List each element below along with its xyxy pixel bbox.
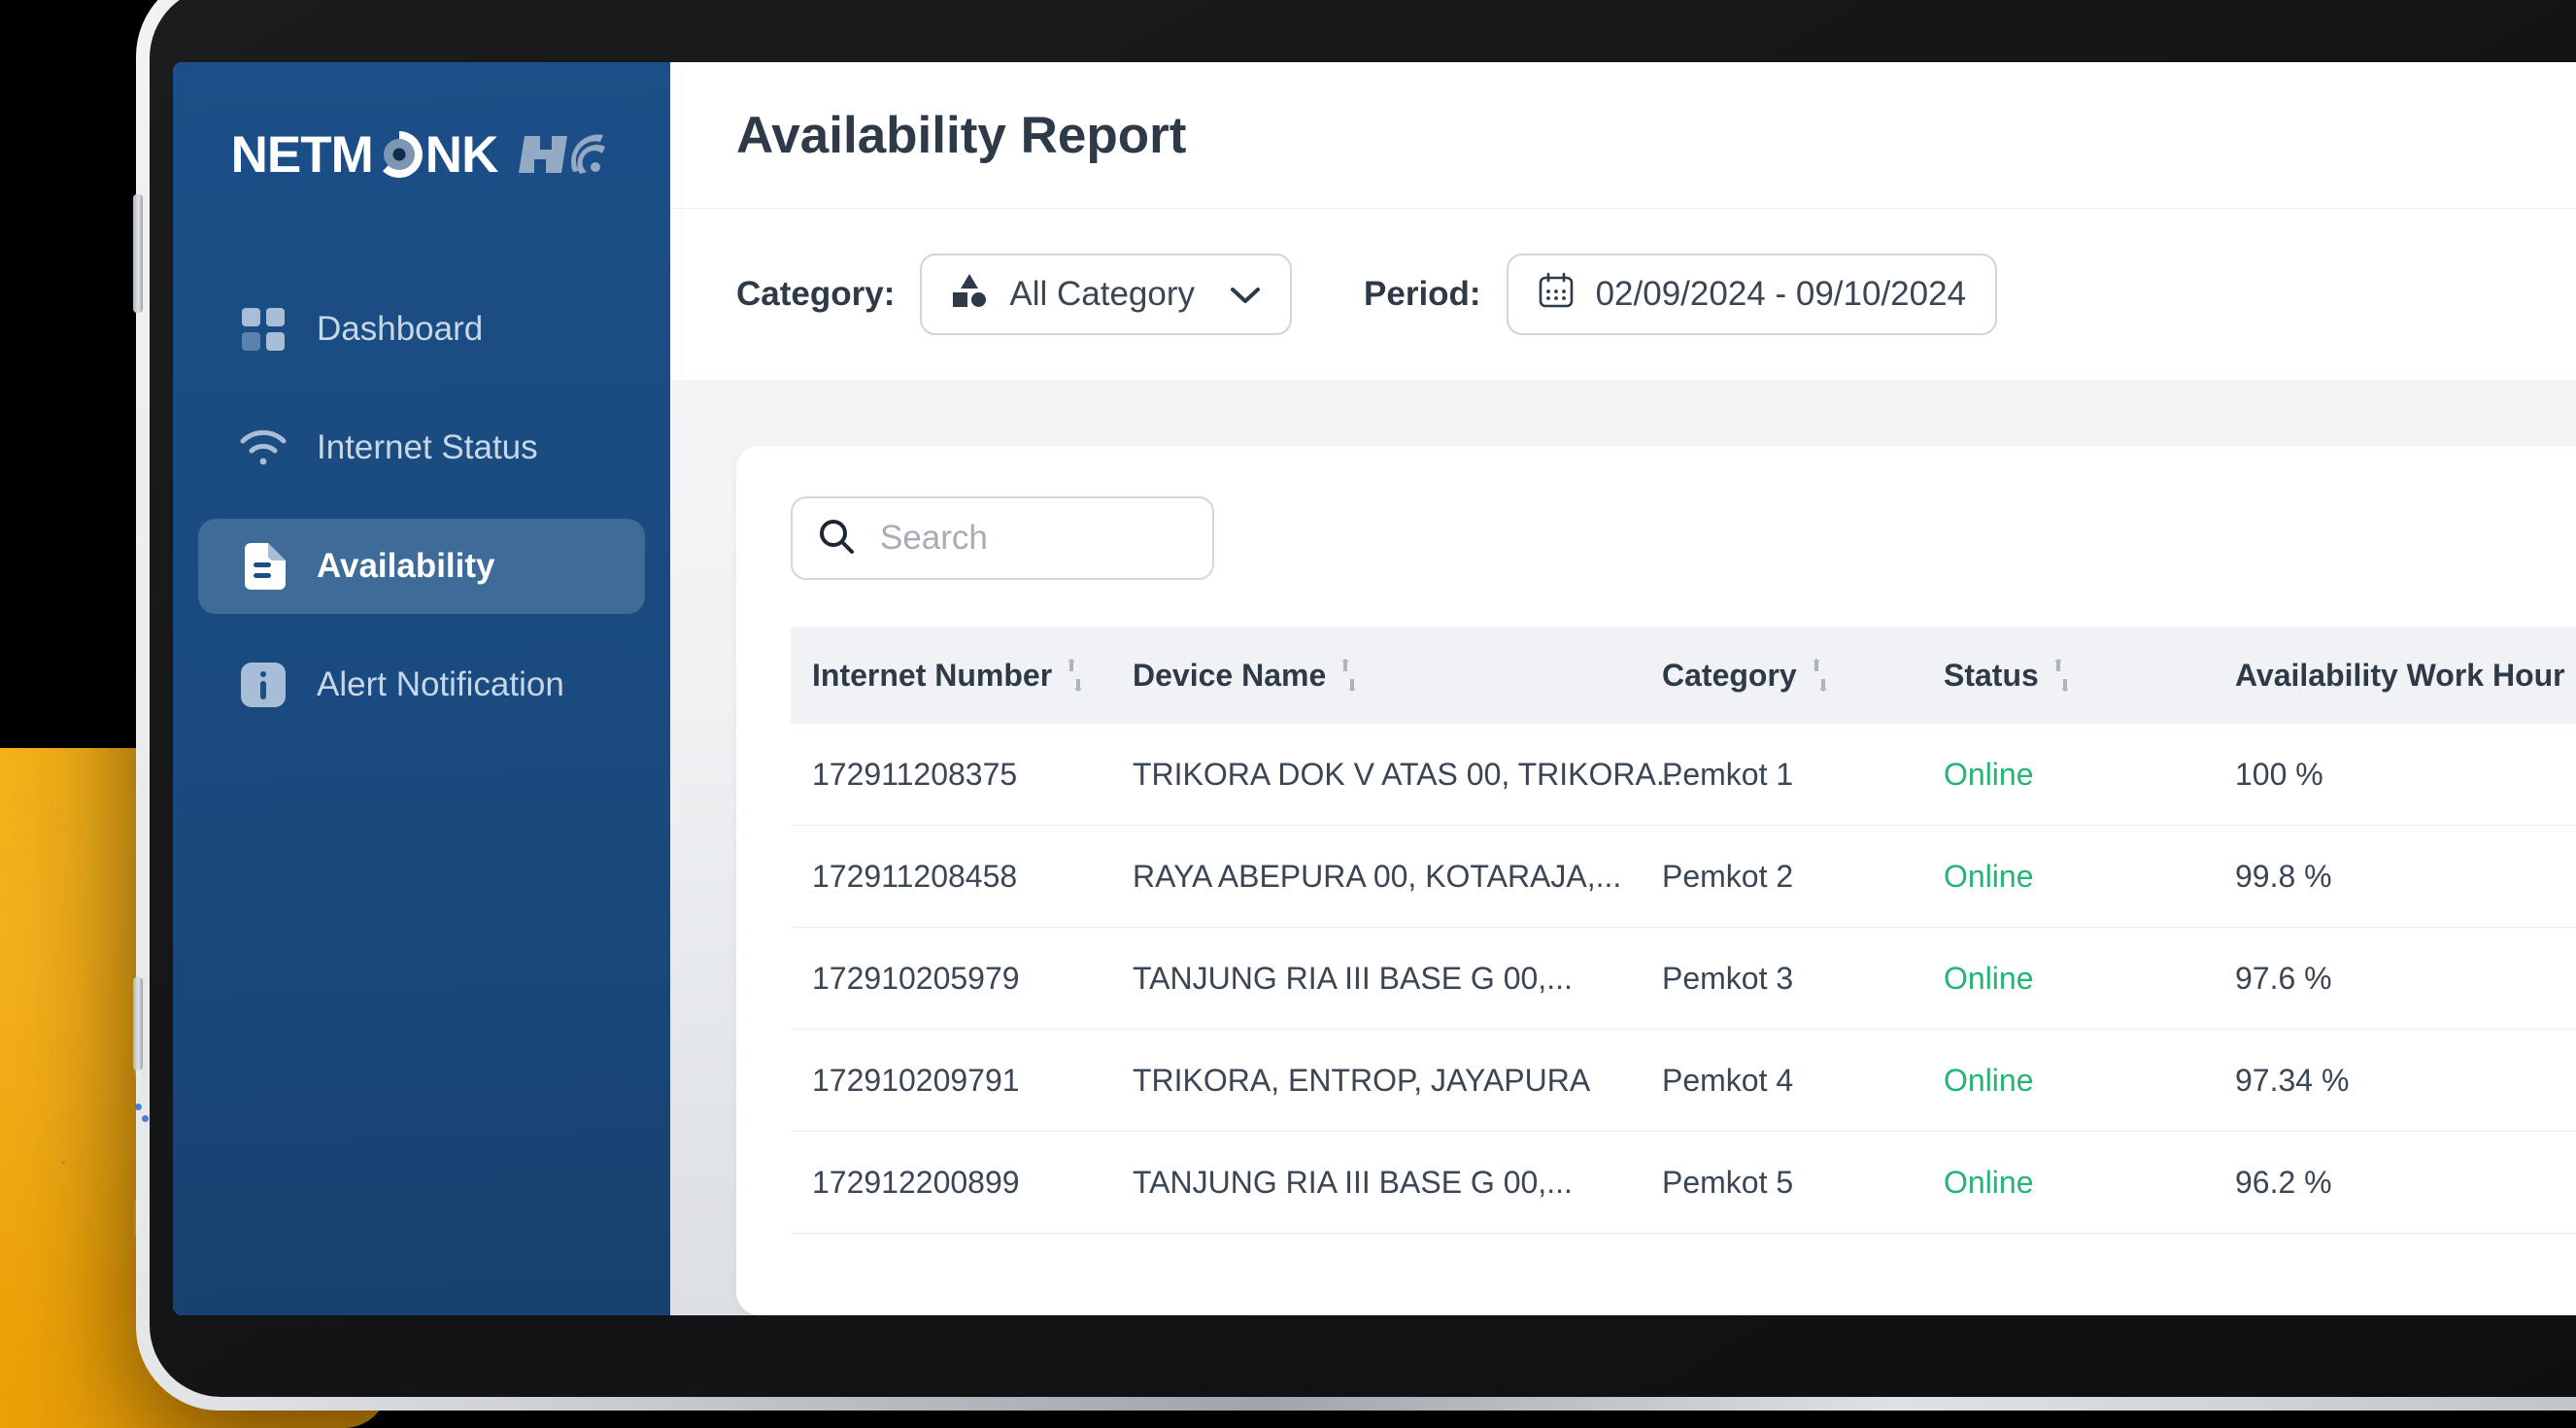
- cell-status: Online: [1944, 1132, 2235, 1234]
- page-header: Availability Report: [670, 62, 2576, 209]
- filter-bar: Category: All Category: [670, 209, 2576, 380]
- cell-availability: 96.2 %: [2235, 1132, 2576, 1234]
- category-select-value: All Category: [1009, 275, 1195, 314]
- availability-card: Search Internet Number: [736, 446, 2576, 1315]
- content-area: Search Internet Number: [670, 380, 2576, 1315]
- cell-device-name: RAYA ABEPURA 00, KOTARAJA,...: [1133, 826, 1662, 928]
- info-icon: [239, 661, 288, 709]
- chevron-down-icon: [1230, 275, 1261, 314]
- camera-lens-dot: [135, 1104, 142, 1110]
- document-icon: [239, 542, 288, 591]
- cell-availability: 97.6 %: [2235, 928, 2576, 1030]
- cell-availability: 100 %: [2235, 724, 2576, 826]
- cell-category: Pemkot 1: [1662, 724, 1944, 826]
- cell-status: Online: [1944, 826, 2235, 928]
- sidebar-item-label: Availability: [317, 547, 495, 586]
- table-row[interactable]: 172910205979 TANJUNG RIA III BASE G 00,.…: [791, 928, 2576, 1030]
- app-screen: NETM NK: [173, 62, 2576, 1315]
- cell-internet-number: 172910209791: [791, 1030, 1133, 1132]
- cell-status: Online: [1944, 1030, 2235, 1132]
- sidebar-item-label: Dashboard: [317, 310, 483, 349]
- cell-category: Pemkot 2: [1662, 826, 1944, 928]
- sort-icon: [1339, 659, 1361, 692]
- column-header-status[interactable]: Status: [1944, 627, 2235, 724]
- page-title: Availability Report: [736, 106, 1186, 165]
- period-picker[interactable]: 02/09/2024 - 09/10/2024: [1507, 254, 1997, 335]
- calendar-icon: [1538, 272, 1575, 318]
- sort-icon: [1811, 659, 1832, 692]
- shapes-icon: [951, 272, 988, 318]
- sidebar-item-internet-status[interactable]: Internet Status: [198, 400, 645, 495]
- cell-status: Online: [1944, 724, 2235, 826]
- availability-table: Internet Number: [791, 627, 2576, 1234]
- cell-device-name: TANJUNG RIA III BASE G 00,...: [1133, 928, 1662, 1030]
- wifi-icon: [239, 424, 288, 472]
- period-value: 02/09/2024 - 09/10/2024: [1596, 275, 1966, 314]
- category-select[interactable]: All Category: [920, 254, 1292, 335]
- cell-device-name: TANJUNG RIA III BASE G 00,...: [1133, 1132, 1662, 1234]
- cell-availability: 99.8 %: [2235, 826, 2576, 928]
- table-row[interactable]: 172912200899 TANJUNG RIA III BASE G 00,.…: [791, 1132, 2576, 1234]
- search-placeholder: Search: [880, 519, 988, 558]
- logo-hi-mark-icon: [519, 128, 612, 181]
- table-row[interactable]: 172911208375 TRIKORA DOK V ATAS 00, TRIK…: [791, 724, 2576, 826]
- column-label: Status: [1944, 658, 2039, 694]
- table-header: Internet Number: [791, 627, 2576, 724]
- search-input[interactable]: Search: [791, 496, 1214, 580]
- table-body: 172911208375 TRIKORA DOK V ATAS 00, TRIK…: [791, 724, 2576, 1234]
- sidebar: NETM NK: [173, 62, 670, 1315]
- sort-icon: [2052, 659, 2074, 692]
- cell-device-name: TRIKORA, ENTROP, JAYAPURA: [1133, 1030, 1662, 1132]
- cell-category: Pemkot 3: [1662, 928, 1944, 1030]
- period-label: Period:: [1364, 275, 1481, 314]
- sidebar-item-label: Alert Notification: [317, 665, 564, 704]
- cell-internet-number: 172912200899: [791, 1132, 1133, 1234]
- cell-device-name: TRIKORA DOK V ATAS 00, TRIKORA...: [1133, 724, 1662, 826]
- sidebar-item-dashboard[interactable]: Dashboard: [198, 282, 645, 377]
- column-label: Device Name: [1133, 658, 1326, 694]
- column-header-internet-number[interactable]: Internet Number: [791, 627, 1133, 724]
- sort-icon: [1066, 659, 1087, 692]
- table-row[interactable]: 172911208458 RAYA ABEPURA 00, KOTARAJA,.…: [791, 826, 2576, 928]
- logo-o-target-icon: [373, 128, 425, 181]
- search-icon: [818, 518, 855, 560]
- cell-internet-number: 172911208458: [791, 826, 1133, 928]
- column-header-availability-work-hour[interactable]: Availability Work Hour: [2235, 627, 2576, 724]
- cell-category: Pemkot 5: [1662, 1132, 1944, 1234]
- cell-status: Online: [1944, 928, 2235, 1030]
- speaker-grille: [134, 1199, 142, 1238]
- volume-down-button[interactable]: [133, 977, 143, 1071]
- column-label: Internet Number: [812, 658, 1052, 694]
- table-row[interactable]: 172910209791 TRIKORA, ENTROP, JAYAPURA P…: [791, 1030, 2576, 1132]
- app-logo[interactable]: NETM NK: [173, 62, 670, 247]
- scene-background: NETM NK: [0, 0, 2576, 1309]
- column-label: Availability Work Hour: [2235, 658, 2565, 694]
- cell-availability: 97.34 %: [2235, 1030, 2576, 1132]
- category-label: Category:: [736, 275, 895, 314]
- logo-text-part1: NETM: [231, 125, 373, 185]
- volume-up-button[interactable]: [133, 194, 143, 313]
- column-header-device-name[interactable]: Device Name: [1133, 627, 1662, 724]
- column-label: Category: [1662, 658, 1797, 694]
- cell-category: Pemkot 4: [1662, 1030, 1944, 1132]
- main-content: Availability Report Category: All Catego: [670, 62, 2576, 1315]
- sidebar-nav: Dashboard Internet Status: [173, 282, 670, 732]
- sidebar-item-label: Internet Status: [317, 428, 538, 467]
- logo-text-part2: NK: [425, 125, 498, 185]
- cell-internet-number: 172910205979: [791, 928, 1133, 1030]
- sidebar-item-alert-notification[interactable]: Alert Notification: [198, 637, 645, 732]
- tablet-device-mockup: NETM NK: [136, 0, 2576, 1411]
- cell-internet-number: 172911208375: [791, 724, 1133, 826]
- column-header-category[interactable]: Category: [1662, 627, 1944, 724]
- camera-lens-dot: [142, 1115, 149, 1122]
- sidebar-item-availability[interactable]: Availability: [198, 519, 645, 614]
- table-header-row: Internet Number: [791, 627, 2576, 724]
- grid-icon: [239, 305, 288, 354]
